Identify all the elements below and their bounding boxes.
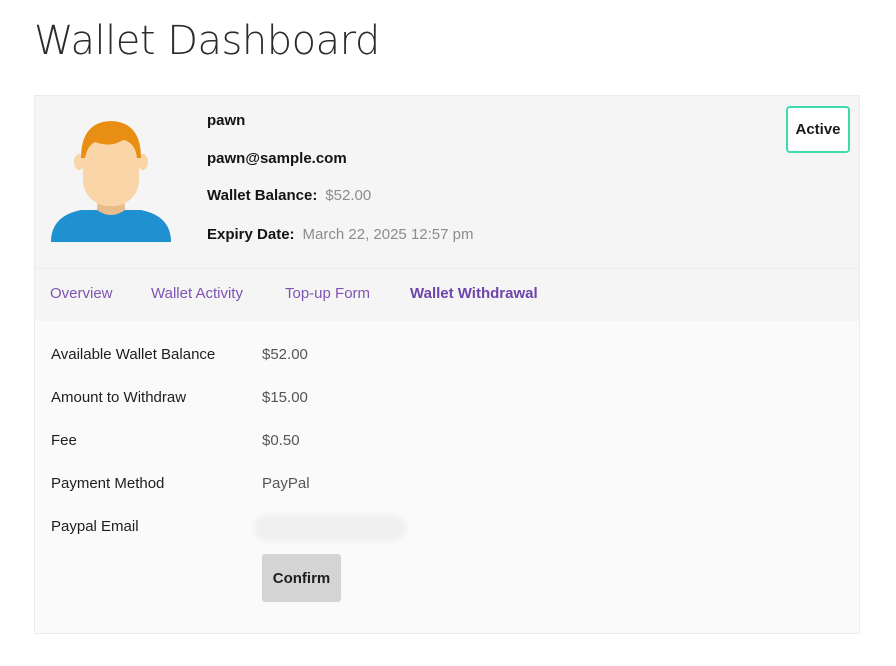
- tab-wallet-activity[interactable]: Wallet Activity: [151, 285, 243, 302]
- withdraw-amount-label: Amount to Withdraw: [51, 389, 187, 406]
- wallet-balance-label: Wallet Balance:: [207, 187, 318, 204]
- paypal-email-label: Paypal Email: [51, 518, 139, 535]
- confirm-button[interactable]: Confirm: [262, 554, 341, 602]
- tab-bar: Overview Wallet Activity Top-up Form Wal…: [35, 269, 859, 321]
- wallet-balance: Wallet Balance: $52.00: [207, 187, 371, 204]
- withdraw-amount-value: $15.00: [262, 389, 308, 406]
- avatar: [51, 121, 171, 242]
- user-email: pawn@sample.com: [207, 150, 347, 167]
- page-title: Wallet Dashboard: [34, 18, 380, 64]
- tab-wallet-withdrawal[interactable]: Wallet Withdrawal: [410, 285, 538, 302]
- available-balance-value: $52.00: [262, 346, 308, 363]
- tab-top-up-form[interactable]: Top-up Form: [285, 285, 370, 302]
- fee-value: $0.50: [262, 432, 300, 449]
- paypal-email-field[interactable]: [257, 518, 403, 538]
- wallet-balance-value: $52.00: [325, 187, 372, 204]
- fee-label: Fee: [51, 432, 77, 449]
- payment-method-label: Payment Method: [51, 475, 165, 492]
- tab-overview[interactable]: Overview: [50, 285, 113, 302]
- profile-header: pawn pawn@sample.com Wallet Balance: $52.…: [35, 96, 859, 269]
- withdrawal-form: Available Wallet Balance $52.00 Amount t…: [35, 322, 859, 633]
- status-badge: Active: [786, 106, 850, 153]
- username: pawn: [207, 112, 246, 129]
- expiry-date-label: Expiry Date:: [207, 226, 295, 243]
- wallet-card: pawn pawn@sample.com Wallet Balance: $52.…: [34, 95, 860, 634]
- expiry-date-value: March 22, 2025 12:57 pm: [302, 226, 474, 243]
- payment-method-value: PayPal: [262, 475, 310, 492]
- available-balance-label: Available Wallet Balance: [51, 346, 216, 363]
- expiry-date: Expiry Date: March 22, 2025 12:57 pm: [207, 226, 474, 243]
